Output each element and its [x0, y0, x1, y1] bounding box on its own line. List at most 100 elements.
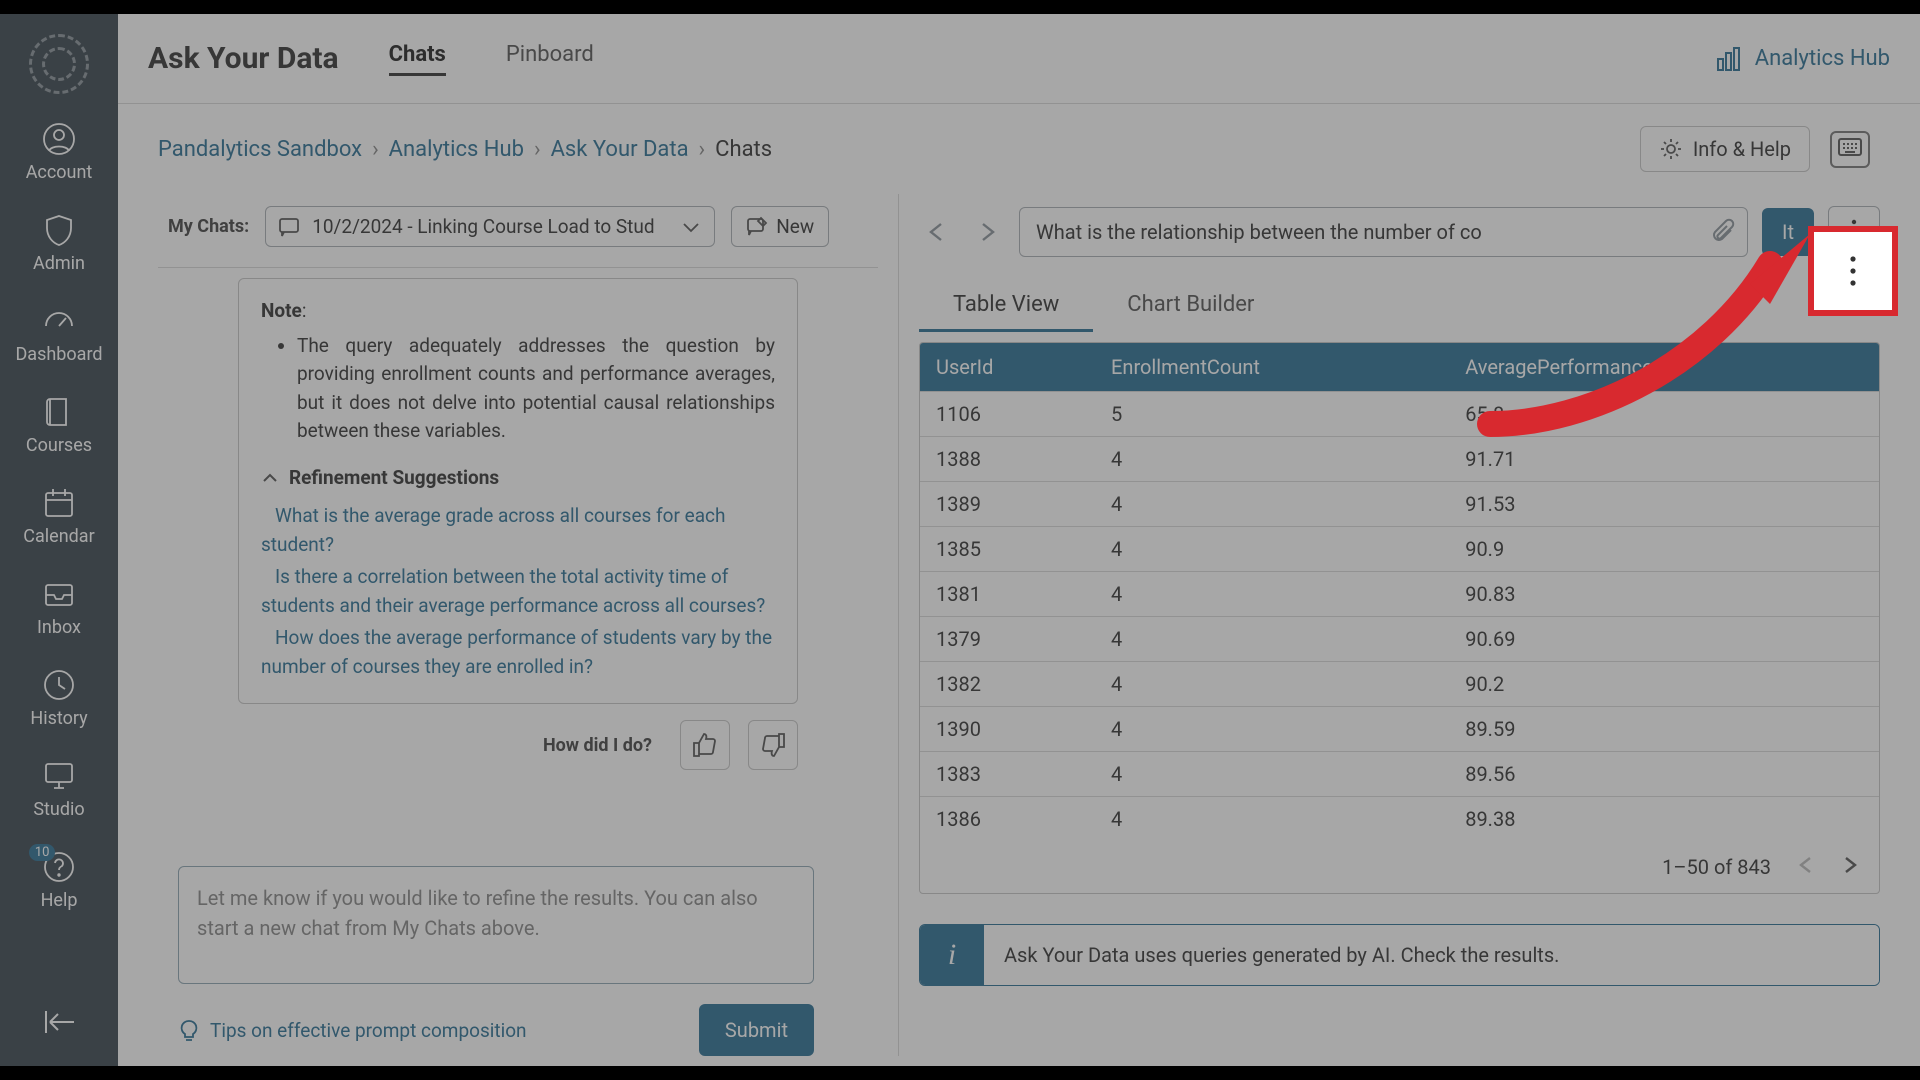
note-title: Note — [261, 299, 302, 322]
crumb-askyourdata[interactable]: Ask Your Data — [551, 137, 689, 162]
thumbs-down-button[interactable] — [748, 720, 798, 770]
nav-label: Inbox — [37, 617, 81, 638]
shield-icon — [42, 213, 76, 247]
info-icon: i — [920, 925, 984, 985]
nav-help[interactable]: 10 Help — [41, 850, 78, 911]
table-cell: 89.56 — [1449, 752, 1879, 797]
nav-account[interactable]: Account — [26, 122, 93, 183]
new-chat-button[interactable]: New — [731, 206, 829, 247]
nav-calendar[interactable]: Calendar — [23, 486, 94, 547]
nav-studio[interactable]: Studio — [33, 759, 84, 820]
nav-courses[interactable]: Courses — [26, 395, 92, 456]
tab-chats[interactable]: Chats — [389, 42, 446, 76]
nav-label: Account — [26, 162, 93, 183]
nav-label: Dashboard — [15, 344, 102, 365]
breadcrumb-bar: Pandalytics Sandbox › Analytics Hub › As… — [118, 104, 1920, 194]
table-cell: 4 — [1095, 437, 1449, 482]
refine-input[interactable]: Let me know if you would like to refine … — [178, 866, 814, 984]
assistant-message: Note: The query adequately addresses the… — [238, 278, 798, 704]
brand-logo — [29, 34, 89, 94]
analytics-hub-link[interactable]: Analytics Hub — [1715, 45, 1890, 73]
refinement-header[interactable]: Refinement Suggestions — [261, 464, 775, 493]
crumb-hub[interactable]: Analytics Hub — [389, 137, 524, 162]
book-icon — [42, 395, 76, 429]
tips-link[interactable]: Tips on effective prompt composition — [178, 1019, 527, 1042]
table-cell: 1382 — [920, 662, 1095, 707]
ai-warning-text: Ask Your Data uses queries generated by … — [984, 925, 1879, 985]
chevron-left-icon — [926, 221, 948, 243]
table-row[interactable]: 1386489.38 — [920, 797, 1879, 842]
feedback-question: How did I do? — [543, 735, 652, 756]
next-query-button[interactable] — [969, 214, 1005, 250]
bar-chart-icon — [1715, 45, 1743, 73]
table-cell: 90.9 — [1449, 527, 1879, 572]
tab-pinboard[interactable]: Pinboard — [506, 42, 594, 76]
suggestion-link[interactable]: Is there a correlation between the total… — [261, 563, 775, 620]
chevron-right-icon — [1841, 856, 1859, 874]
col-header[interactable]: UserId — [920, 343, 1095, 392]
table-cell: 91.53 — [1449, 482, 1879, 527]
info-help-button[interactable]: Info & Help — [1640, 126, 1810, 172]
collapse-sidebar-button[interactable] — [40, 1007, 78, 1042]
chat-bubble-icon — [278, 216, 300, 238]
table-row[interactable]: 1382490.2 — [920, 662, 1879, 707]
suggestion-link[interactable]: How does the average performance of stud… — [261, 624, 775, 681]
hub-link-label: Analytics Hub — [1755, 46, 1890, 71]
crumb-sandbox[interactable]: Pandalytics Sandbox — [158, 137, 362, 162]
table-cell: 1385 — [920, 527, 1095, 572]
col-header[interactable]: EnrollmentCount — [1095, 343, 1449, 392]
table-cell: 4 — [1095, 527, 1449, 572]
table-cell: 89.38 — [1449, 797, 1879, 842]
page-next-button[interactable] — [1841, 855, 1859, 879]
global-nav-sidebar: Account Admin Dashboard Courses Calendar… — [0, 14, 118, 1066]
my-chats-row: My Chats: 10/2/2024 - Linking Course Loa… — [158, 194, 878, 268]
app-topbar: Ask Your Data Chats Pinboard Analytics H… — [118, 14, 1920, 104]
table-row[interactable]: 1389491.53 — [920, 482, 1879, 527]
table-row[interactable]: 1379490.69 — [920, 617, 1879, 662]
table-cell: 1389 — [920, 482, 1095, 527]
page-prev-button[interactable] — [1797, 855, 1815, 879]
chevron-right-icon: › — [699, 137, 706, 162]
nav-history[interactable]: History — [30, 668, 87, 729]
table-cell: 4 — [1095, 752, 1449, 797]
thumbs-up-button[interactable] — [680, 720, 730, 770]
nav-inbox[interactable]: Inbox — [37, 577, 81, 638]
nav-admin[interactable]: Admin — [33, 213, 85, 274]
table-row[interactable]: 1383489.56 — [920, 752, 1879, 797]
chat-selector[interactable]: 10/2/2024 - Linking Course Load to Stud — [265, 206, 715, 247]
query-text: What is the relationship between the num… — [1036, 220, 1482, 244]
tab-table-view[interactable]: Table View — [919, 280, 1093, 332]
table-cell: 90.2 — [1449, 662, 1879, 707]
table-cell: 1388 — [920, 437, 1095, 482]
table-row[interactable]: 1381490.83 — [920, 572, 1879, 617]
user-circle-icon — [42, 122, 76, 156]
nav-label: Help — [41, 890, 78, 911]
submit-button[interactable]: Submit — [699, 1004, 814, 1056]
tips-label: Tips on effective prompt composition — [210, 1019, 527, 1042]
suggestion-link[interactable]: What is the average grade across all cou… — [261, 502, 775, 559]
table-cell: 1390 — [920, 707, 1095, 752]
gauge-icon — [42, 304, 76, 338]
main-panel: Ask Your Data Chats Pinboard Analytics H… — [118, 14, 1920, 1066]
selected-chat-label: 10/2/2024 - Linking Course Load to Stud — [312, 215, 668, 238]
calendar-icon — [42, 486, 76, 520]
chevron-down-icon — [680, 216, 702, 238]
prev-query-button[interactable] — [919, 214, 955, 250]
inbox-icon — [42, 577, 76, 611]
collapse-icon — [40, 1007, 78, 1037]
table-cell: 4 — [1095, 482, 1449, 527]
keyboard-shortcuts-button[interactable] — [1830, 131, 1870, 168]
feedback-row: How did I do? — [238, 720, 798, 770]
lightbulb-icon — [178, 1019, 200, 1041]
monitor-icon — [42, 759, 76, 793]
table-row[interactable]: 1385490.9 — [920, 527, 1879, 572]
tab-chart-builder[interactable]: Chart Builder — [1093, 280, 1288, 332]
chevron-right-icon: › — [372, 137, 379, 162]
table-cell: 4 — [1095, 707, 1449, 752]
info-help-label: Info & Help — [1693, 137, 1791, 161]
nav-label: History — [30, 708, 87, 729]
table-row[interactable]: 1390489.59 — [920, 707, 1879, 752]
table-cell: 4 — [1095, 662, 1449, 707]
help-badge: 10 — [29, 844, 56, 861]
nav-dashboard[interactable]: Dashboard — [15, 304, 102, 365]
